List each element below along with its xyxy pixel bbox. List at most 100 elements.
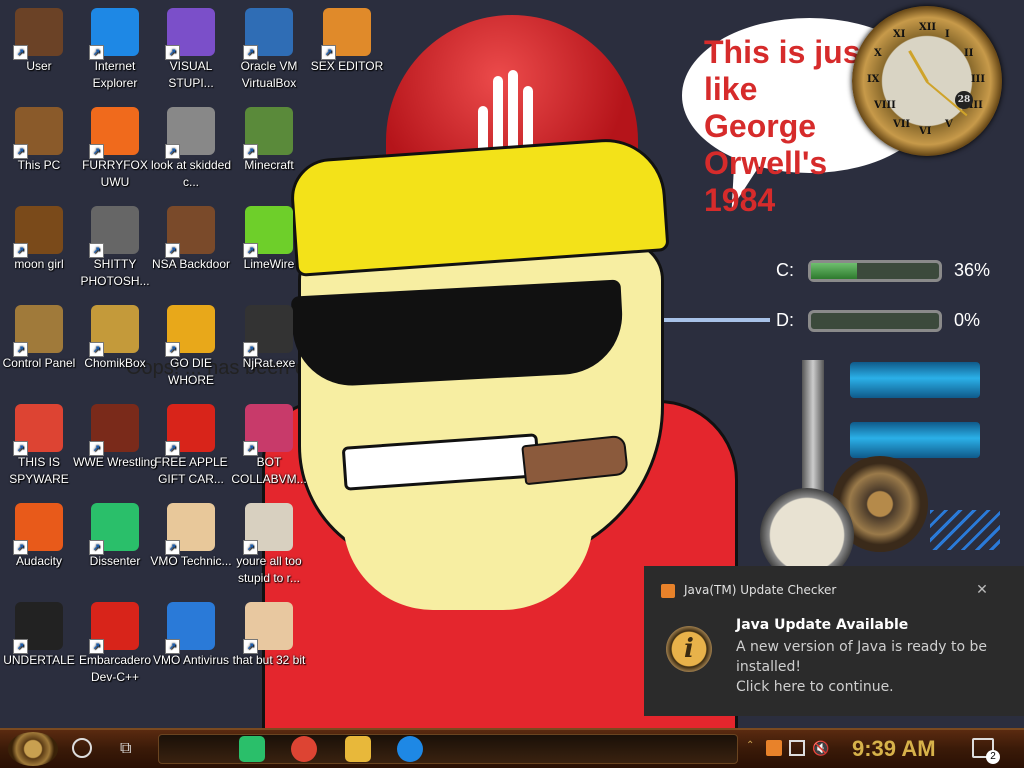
desktop-icon[interactable]: ↗ Control Panel [0,301,82,372]
desktop-icon[interactable]: ↗ youre all too stupid to r... [226,499,312,587]
desktop-icon[interactable]: ↗ SEX EDITOR [304,4,390,75]
gimp-icon: ↗ [89,206,139,258]
desktop-icon[interactable]: ↗ This PC [0,103,82,174]
start-button[interactable] [8,732,58,766]
shortcut-arrow-icon: ↗ [243,144,258,159]
clock-hour-hand [908,50,929,83]
search-icon[interactable] [72,738,92,758]
shortcut-arrow-icon: ↗ [165,639,180,654]
clock-numeral: II [964,48,974,59]
clock-gadget[interactable]: XII I II III IIII V VI VII VIII IX X XI 28 [852,6,1002,156]
volume-muted-icon[interactable]: 🔇 [812,740,829,756]
desktop-icon[interactable]: ↗ THIS IS SPYWARE [0,400,82,488]
portrait-lady-icon: ↗ [243,602,293,654]
desktop-icon[interactable]: ↗ NSA Backdoor [148,202,234,273]
notification-toast[interactable]: Java(TM) Update Checker ✕ i Java Update … [644,566,1024,716]
desktop-icon[interactable]: ↗ BOT COLLABVM... [226,400,312,488]
dissenter-taskbar-icon[interactable] [239,736,265,762]
desktop-icon[interactable]: ↗ VISUAL STUPI... [148,4,234,92]
shortcut-arrow-icon: ↗ [13,144,28,159]
desktop-icon-label: ChomikBox [84,356,146,370]
backdoor-icon: ↗ [165,206,215,258]
taskbar: ⧉ ⌃ 🔇 9:39 AM 2 [0,728,1024,768]
folder-stack-icon: ↗ [165,107,215,159]
notification-close-button[interactable]: ✕ [972,580,992,600]
desktop-icon[interactable]: ↗ FURRYFOX UWU [72,103,158,191]
drive-label: C: [776,260,794,280]
virtualbox-icon: ↗ [243,8,293,60]
desktop-icon-label: This PC [17,158,61,172]
chevron-up-icon[interactable]: ⌃ [746,740,762,756]
shortcut-arrow-icon: ↗ [13,639,28,654]
clock-numeral: VI [919,126,932,137]
desktop-icon-label: UNDERTALE [3,653,75,667]
taskbar-clock[interactable]: 9:39 AM [852,736,936,762]
shortcut-arrow-icon: ↗ [13,45,28,60]
desktop-icon-label: Dissenter [89,554,141,568]
edge-taskbar-icon[interactable] [397,736,423,762]
drive-meter-c[interactable]: C: 36% [740,254,1010,290]
desktop-icon[interactable]: ↗ FREE APPLE GIFT CAR... [148,400,234,488]
desktop-icon-label: NjRat.exe [242,356,296,370]
notification-message-line-1: A new version of Java is ready to be ins… [736,639,988,675]
drive-usage-fill [811,263,858,279]
notification-app-name: Java(TM) Update Checker [684,583,837,597]
java-tray-icon[interactable] [766,740,782,756]
desktop-icon[interactable]: ↗ Embarcadero Dev-C++ [72,598,158,686]
notification-title: Java Update Available [736,617,909,633]
desktop-icon[interactable]: ↗ UNDERTALE [0,598,82,669]
desktop-icon[interactable]: ↗ Oracle VM VirtualBox [226,4,312,92]
clock-numeral: VIII [873,100,896,111]
task-view-icon[interactable]: ⧉ [120,739,140,759]
shortcut-arrow-icon: ↗ [243,342,258,357]
shortcut-arrow-icon: ↗ [89,639,104,654]
desktop-icon[interactable]: ↗ User [0,4,82,75]
action-center-icon[interactable]: 2 [972,738,1000,764]
wallpaper-hand-logo [478,68,534,156]
desktop-icon[interactable]: ↗ Dissenter [72,499,158,570]
desktop-icon[interactable]: ↗ NjRat.exe [226,301,312,372]
shortcut-arrow-icon: ↗ [243,639,258,654]
folder-icon: ↗ [13,206,63,258]
drive-meter-d[interactable]: D: 0% [740,304,1010,340]
shortcut-arrow-icon: ↗ [13,243,28,258]
file-explorer-taskbar-icon[interactable] [345,736,371,762]
desktop-icon[interactable]: ↗ look at skidded c... [148,103,234,191]
clock-numeral: XII [919,22,937,33]
clock-date: 28 [955,91,973,109]
desktop-icon[interactable]: ↗ Audacity [0,499,82,570]
desktop-icon-label: LimeWire [243,257,295,271]
desktop-icon[interactable]: ↗ VMO Technic... [148,499,234,570]
desktop-icon[interactable]: ↗ SHITTY PHOTOSH... [72,202,158,290]
desktop-icon-label: GO DIE WHORE [168,356,214,387]
shield-icon: ↗ [165,602,215,654]
shortcut-arrow-icon: ↗ [89,540,104,555]
control-panel-icon: ↗ [13,305,63,357]
desktop-icon[interactable]: ↗ GO DIE WHORE [148,301,234,389]
desktop-icon[interactable]: ↗ ChomikBox [72,301,158,372]
shortcut-arrow-icon: ↗ [165,243,180,258]
apple-icon: ↗ [165,404,215,456]
desktop-icon[interactable]: ↗ VMO Antivirus [148,598,234,669]
desktop-icon[interactable]: ↗ that but 32 bit [226,598,312,669]
shortcut-arrow-icon: ↗ [165,144,180,159]
desktop-icon-label: FURRYFOX UWU [82,158,148,189]
desktop-icon[interactable]: ↗ LimeWire [226,202,312,273]
notification-message[interactable]: A new version of Java is ready to be ins… [736,637,1006,697]
shortcut-arrow-icon: ↗ [13,441,28,456]
network-icon[interactable] [789,740,805,756]
notification-message-line-2: Click here to continue. [736,679,894,695]
desktop-icon[interactable]: ↗ WWE Wrestling [72,400,158,471]
chrome-taskbar-icon[interactable] [291,736,317,762]
portrait-icon: ↗ [243,503,293,555]
desktop-icon-label: Embarcadero Dev-C++ [78,653,152,684]
desktop-icon-label: Audacity [15,554,63,568]
desktop-icon[interactable]: ↗ Minecraft [226,103,312,174]
shortcut-arrow-icon: ↗ [321,45,336,60]
pipe-wires [930,510,1000,550]
desktop-icon[interactable]: ↗ Internet Explorer [72,4,158,92]
this-pc-icon: ↗ [13,107,63,159]
desktop-icon-label: youre all too stupid to r... [236,554,302,585]
shortcut-arrow-icon: ↗ [165,342,180,357]
desktop-icon[interactable]: ↗ moon girl [0,202,82,273]
